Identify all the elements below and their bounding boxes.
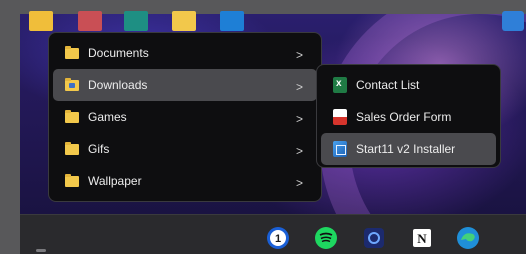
menu-item-downloads[interactable]: Downloads > xyxy=(53,69,317,101)
menu-item-documents[interactable]: Documents > xyxy=(53,37,317,69)
menu-item-games[interactable]: Games > xyxy=(53,101,317,133)
notion-icon[interactable]: N xyxy=(410,226,434,250)
store-icon[interactable] xyxy=(502,11,524,31)
chevron-right-icon: > xyxy=(295,144,303,158)
submenu-item-label: Start11 v2 Installer xyxy=(356,142,456,156)
edge-icon[interactable] xyxy=(456,226,480,250)
chevron-right-icon: > xyxy=(295,80,303,94)
folder-blue-icon[interactable] xyxy=(220,11,244,31)
downloads-folder-icon xyxy=(65,77,79,91)
submenu-item-sales-order-form[interactable]: Sales Order Form xyxy=(321,101,496,133)
submenu-item-label: Sales Order Form xyxy=(356,110,452,124)
folder-shortcut-icon[interactable] xyxy=(78,11,102,31)
folder-icon xyxy=(65,45,79,59)
submenu-item-contact-list[interactable]: Contact List xyxy=(321,69,496,101)
excel-file-icon xyxy=(333,77,347,93)
chevron-right-icon: > xyxy=(295,176,303,190)
folder-icon xyxy=(65,173,79,187)
menu-item-label: Wallpaper xyxy=(88,174,142,188)
camera-app-icon[interactable] xyxy=(362,226,386,250)
submenu-item-start11-installer[interactable]: Start11 v2 Installer xyxy=(321,133,496,165)
installer-icon xyxy=(333,141,347,157)
file-explorer-icon[interactable] xyxy=(29,11,53,31)
folder-icon[interactable] xyxy=(172,11,196,31)
pdf-file-icon xyxy=(333,109,347,125)
1password-icon[interactable]: 1 xyxy=(266,226,290,250)
chevron-right-icon: > xyxy=(295,48,303,62)
menu-item-label: Downloads xyxy=(88,78,148,92)
menu-item-gifs[interactable]: Gifs > xyxy=(53,133,317,165)
active-indicator xyxy=(36,249,46,252)
menu-item-label: Documents xyxy=(88,46,149,60)
chevron-right-icon: > xyxy=(295,112,303,126)
svg-text:N: N xyxy=(417,231,427,246)
spotify-icon[interactable] xyxy=(314,226,338,250)
menu-item-label: Gifs xyxy=(88,142,110,156)
menu-item-label: Games xyxy=(88,110,127,124)
folder-menu: Documents > Downloads > Games > Gifs > W… xyxy=(48,32,322,202)
app-icon-teal[interactable] xyxy=(124,11,148,31)
svg-text:1: 1 xyxy=(275,233,281,245)
folder-icon xyxy=(65,109,79,123)
submenu-item-label: Contact List xyxy=(356,78,420,92)
menu-item-wallpaper[interactable]: Wallpaper > xyxy=(53,165,317,197)
downloads-submenu: Contact List Sales Order Form Start11 v2… xyxy=(316,64,501,168)
folder-icon xyxy=(65,141,79,155)
